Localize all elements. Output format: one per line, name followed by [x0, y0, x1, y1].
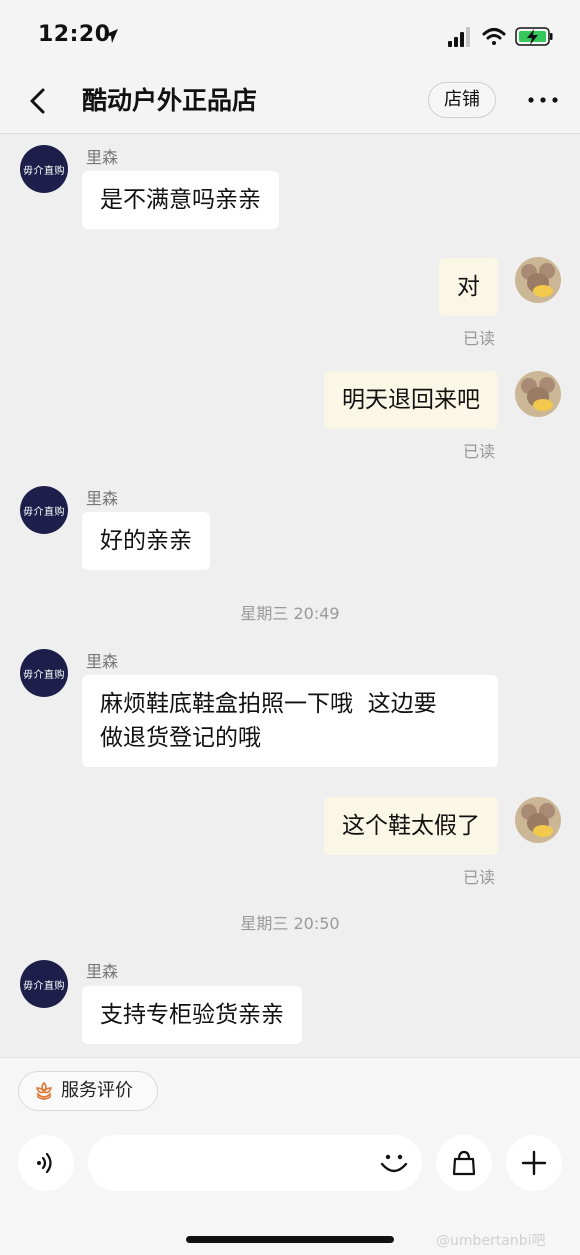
incoming-message-bubble[interactable]: 支持专柜验货亲亲 [82, 986, 302, 1044]
chat-title: 酷动户外正品店 [82, 86, 258, 115]
smile-face-icon [380, 1154, 408, 1173]
incoming-message-bubble[interactable]: 好的亲亲 [82, 512, 210, 570]
battery-charging-icon [515, 27, 553, 46]
location-arrow-icon [104, 29, 118, 43]
chat-message-list[interactable]: 毋介直购 里森 是不满意吗亲亲 对 已读 明天退回来吧 已读 毋介直购 里森 好… [0, 135, 580, 1057]
emoji-button[interactable] [377, 1146, 411, 1180]
read-status: 已读 [463, 442, 496, 461]
wifi-icon [482, 28, 506, 45]
product-button[interactable] [436, 1135, 492, 1191]
store-logo-text: 毋介直购 [23, 166, 65, 177]
mouse-cartoon-avatar-icon [521, 263, 555, 297]
store-logo-text: 毋介直购 [23, 670, 65, 681]
outgoing-message-bubble[interactable]: 明天退回来吧 [324, 371, 498, 429]
mouse-cartoon-avatar-icon [521, 803, 555, 837]
store-avatar[interactable]: 毋介直购 [20, 649, 68, 697]
watermark: @umbertanbi吧 [436, 1233, 546, 1249]
home-indicator[interactable] [186, 1236, 394, 1243]
bottom-input-panel: 服务评价 @umbertanbi吧 [0, 1057, 580, 1255]
outgoing-message-bubble[interactable]: 这个鞋太假了 [324, 797, 498, 855]
service-rating-label: 服务评价 [61, 1080, 133, 1101]
read-status: 已读 [463, 868, 496, 887]
store-logo-text: 毋介直购 [23, 507, 65, 518]
signal-icon [448, 27, 470, 47]
timestamp-divider: 星期三 20:49 [240, 604, 340, 623]
mouse-cartoon-avatar-icon [521, 377, 555, 411]
incoming-message-bubble[interactable]: 是不满意吗亲亲 [82, 171, 279, 229]
timestamp-divider: 星期三 20:50 [240, 914, 340, 933]
sender-name: 里森 [86, 489, 119, 508]
plus-icon [521, 1150, 547, 1176]
chevron-left-icon [30, 88, 45, 114]
store-logo-text: 毋介直购 [23, 981, 65, 992]
message-line: 麻烦鞋底鞋盒拍照一下哦 这边要 [100, 691, 437, 717]
more-dots-icon [528, 97, 558, 103]
user-avatar[interactable] [515, 371, 561, 417]
message-line: 做退货登记的哦 [100, 725, 261, 751]
sender-name: 里森 [86, 962, 119, 981]
outgoing-message-bubble[interactable]: 对 [439, 258, 498, 316]
flower-rating-icon [35, 1081, 53, 1100]
store-avatar[interactable]: 毋介直购 [20, 960, 68, 1008]
user-avatar[interactable] [515, 257, 561, 303]
shopping-bag-icon [452, 1150, 476, 1176]
voice-input-button[interactable] [18, 1135, 74, 1191]
status-bar: 12:20 [0, 0, 580, 70]
back-button[interactable] [22, 84, 56, 118]
sender-name: 里森 [86, 652, 119, 671]
status-icons [448, 27, 553, 47]
add-more-button[interactable] [506, 1135, 562, 1191]
service-rating-button[interactable]: 服务评价 [18, 1071, 158, 1111]
store-avatar[interactable]: 毋介直购 [20, 145, 68, 193]
navigation-bar: 酷动户外正品店 店铺 [0, 70, 580, 134]
status-time: 12:20 [38, 22, 111, 47]
voice-icon [37, 1152, 52, 1174]
read-status: 已读 [463, 329, 496, 348]
incoming-message-bubble[interactable]: 麻烦鞋底鞋盒拍照一下哦 这边要 做退货登记的哦 [82, 675, 498, 767]
more-button[interactable] [526, 88, 560, 112]
shop-button[interactable]: 店铺 [428, 82, 496, 118]
message-input[interactable] [88, 1135, 422, 1191]
store-avatar[interactable]: 毋介直购 [20, 486, 68, 534]
user-avatar[interactable] [515, 797, 561, 843]
sender-name: 里森 [86, 148, 119, 167]
